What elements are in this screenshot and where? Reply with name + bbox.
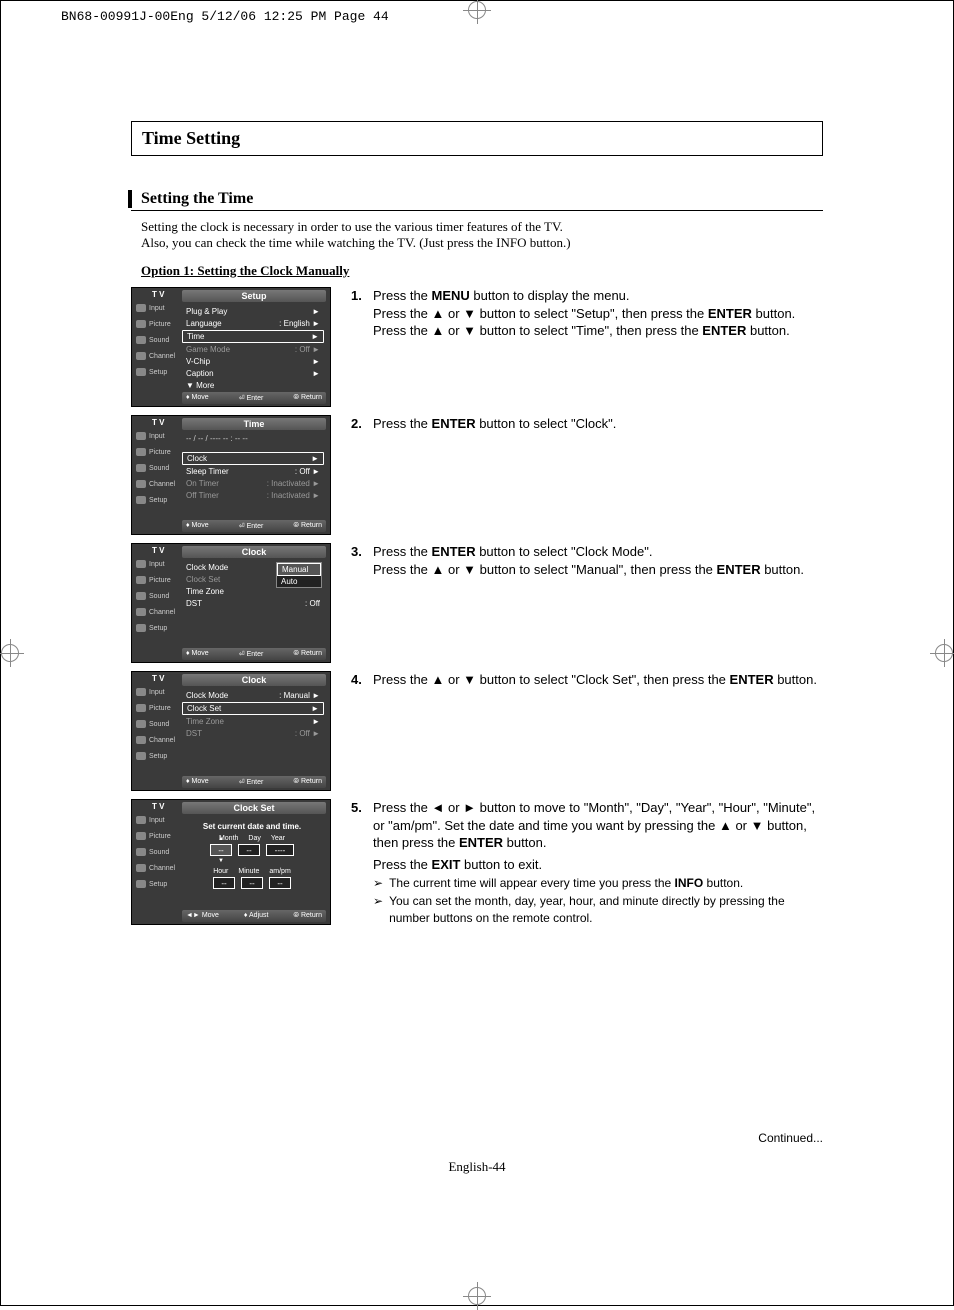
day-box: --	[238, 844, 260, 856]
step-3-text: 3. Press the ENTER button to select "Clo…	[351, 543, 823, 578]
clock-status: -- / -- / ---- -- : -- --	[182, 434, 324, 443]
section-title: Time Setting	[131, 121, 823, 156]
setup-icon	[136, 752, 146, 760]
input-icon	[136, 432, 146, 440]
sound-icon	[136, 464, 146, 472]
intro-line-2: Also, you can check the time while watch…	[141, 235, 823, 251]
month-box: --	[210, 844, 232, 856]
osd-clock-mode: T V Clock Input Picture Sound Channel Se…	[131, 543, 331, 663]
channel-icon	[136, 480, 146, 488]
content-area: Time Setting Setting the Time Setting th…	[131, 121, 823, 926]
sound-icon	[136, 592, 146, 600]
osd-sidebar: Input Picture Sound Channel Setup	[136, 304, 176, 376]
page-footer: English-44	[1, 1159, 953, 1175]
setup-icon	[136, 368, 146, 376]
step-5-text: 5. Press the ◄ or ► button to move to "M…	[351, 799, 823, 926]
clock-mode-popup: Manual Auto	[276, 562, 322, 588]
intro-line-1: Setting the clock is necessary in order …	[141, 219, 823, 235]
step-row-5: T V Clock Set Input Picture Sound Channe…	[131, 799, 823, 926]
step-4-text: 4. Press the ▲ or ▼ button to select "Cl…	[351, 671, 823, 689]
osd-footer: ♦ Move ⏎ Enter ⦾ Return	[182, 392, 326, 404]
crop-mark-top	[468, 1, 486, 19]
continued-label: Continued...	[758, 1131, 823, 1145]
arrow-icon: ➢	[373, 875, 383, 891]
setup-icon	[136, 496, 146, 504]
step-row-4: T V Clock Input Picture Sound Channel Se…	[131, 671, 823, 791]
step-1-text: 1. Press the MENU button to display the …	[351, 287, 823, 340]
ampm-box: --	[269, 877, 291, 889]
channel-icon	[136, 864, 146, 872]
picture-icon	[136, 320, 146, 328]
step-row-1: T V Setup Input Picture Sound Channel Se…	[131, 287, 823, 407]
sound-icon	[136, 336, 146, 344]
accent-bar	[128, 190, 132, 208]
osd-tv-label: T V	[152, 290, 164, 299]
osd-list: Plug & Play► Language: English ► Time► G…	[182, 306, 324, 391]
picture-icon	[136, 832, 146, 840]
osd-setup: T V Setup Input Picture Sound Channel Se…	[131, 287, 331, 407]
crop-mark-right	[935, 644, 953, 662]
crop-mark-bottom	[468, 1287, 486, 1305]
option-title: Option 1: Setting the Clock Manually	[131, 263, 823, 279]
arrow-icon: ➢	[373, 893, 383, 925]
osd-clock-set: T V Clock Set Input Picture Sound Channe…	[131, 799, 331, 925]
hour-box: --	[213, 877, 235, 889]
channel-icon	[136, 608, 146, 616]
input-icon	[136, 560, 146, 568]
clock-set-body: Set current date and time. Month Day Yea…	[182, 822, 322, 889]
year-box: ----	[266, 844, 294, 856]
intro-text: Setting the clock is necessary in order …	[131, 219, 823, 251]
sound-icon	[136, 848, 146, 856]
channel-icon	[136, 736, 146, 744]
picture-icon	[136, 704, 146, 712]
setup-icon	[136, 880, 146, 888]
sound-icon	[136, 720, 146, 728]
print-header: BN68-00991J-00Eng 5/12/06 12:25 PM Page …	[61, 9, 389, 24]
picture-icon	[136, 576, 146, 584]
step-2-text: 2. Press the ENTER button to select "Clo…	[351, 415, 823, 433]
osd-title: Setup	[182, 290, 326, 302]
page: BN68-00991J-00Eng 5/12/06 12:25 PM Page …	[0, 0, 954, 1306]
minute-box: --	[241, 877, 263, 889]
subsection-title-text: Setting the Time	[141, 190, 253, 207]
subsection-title: Setting the Time	[131, 190, 823, 211]
channel-icon	[136, 352, 146, 360]
osd-time: T V Time Input Picture Sound Channel Set…	[131, 415, 331, 535]
crop-mark-left	[1, 644, 19, 662]
input-icon	[136, 688, 146, 696]
picture-icon	[136, 448, 146, 456]
step-row-2: T V Time Input Picture Sound Channel Set…	[131, 415, 823, 535]
step-row-3: T V Clock Input Picture Sound Channel Se…	[131, 543, 823, 663]
input-icon	[136, 304, 146, 312]
osd-clock-set-select: T V Clock Input Picture Sound Channel Se…	[131, 671, 331, 791]
setup-icon	[136, 624, 146, 632]
input-icon	[136, 816, 146, 824]
